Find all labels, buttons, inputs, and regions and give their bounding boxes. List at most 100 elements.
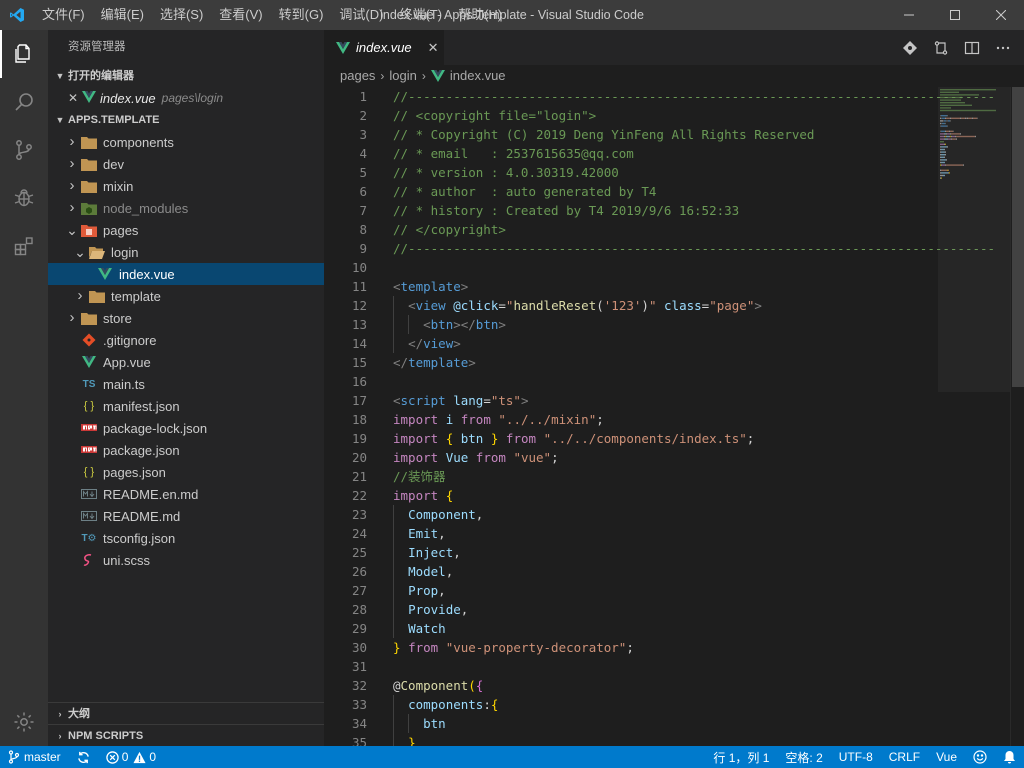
code-line[interactable]: 4 // * email : 2537615635@qq.com <box>324 144 1024 163</box>
code-line[interactable]: 5 // * version : 4.0.30319.42000 <box>324 163 1024 182</box>
code-line[interactable]: 27 Prop, <box>324 581 1024 600</box>
code-line[interactable]: 7 // * history : Created by T4 2019/9/6 1… <box>324 201 1024 220</box>
code-line[interactable]: 28 Provide, <box>324 600 1024 619</box>
code-line[interactable]: 11 <template> <box>324 277 1024 296</box>
code-line[interactable]: 18 import i from "../../mixin"; <box>324 410 1024 429</box>
breadcrumb-item[interactable]: pages <box>340 65 375 87</box>
menu-item[interactable]: 帮助(H) <box>450 0 510 30</box>
tree-item[interactable]: README.en.md <box>48 483 324 505</box>
more-actions-icon[interactable] <box>987 30 1018 65</box>
close-icon[interactable]: ✕ <box>68 91 82 105</box>
source-control-icon[interactable] <box>0 126 48 174</box>
menu-item[interactable]: 文件(F) <box>34 0 93 30</box>
tree-item[interactable]: uni.scss <box>48 549 324 571</box>
open-changes-icon[interactable] <box>925 30 956 65</box>
minimize-icon[interactable] <box>886 0 932 30</box>
code-line[interactable]: 15 </template> <box>324 353 1024 372</box>
split-editor-icon[interactable] <box>956 30 987 65</box>
outline-section-header[interactable]: › 大纲 <box>48 702 324 724</box>
tree-item[interactable]: index.vue <box>48 263 324 285</box>
code-line[interactable]: 2 // <copyright file="login"> <box>324 106 1024 125</box>
tree-item[interactable]: { } manifest.json <box>48 395 324 417</box>
tree-item[interactable]: T⚙ tsconfig.json <box>48 527 324 549</box>
code-line[interactable]: 17 <script lang="ts"> <box>324 391 1024 410</box>
menu-item[interactable]: 转到(G) <box>271 0 332 30</box>
notifications-status[interactable] <box>995 746 1024 768</box>
search-icon[interactable] <box>0 78 48 126</box>
sync-status[interactable] <box>69 746 98 768</box>
maximize-icon[interactable] <box>932 0 978 30</box>
debug-icon[interactable] <box>0 174 48 222</box>
menu-item[interactable]: 调试(D) <box>331 0 391 30</box>
menu-item[interactable]: 选择(S) <box>152 0 211 30</box>
tab-index-vue[interactable]: index.vue ✕ <box>324 30 444 65</box>
code-line[interactable]: 6 // * author : auto generated by T4 <box>324 182 1024 201</box>
code-line[interactable]: 35 } <box>324 733 1024 746</box>
code-line[interactable]: 32 @Component({ <box>324 676 1024 695</box>
workspace-header[interactable]: ▼ APPS.TEMPLATE <box>48 109 324 131</box>
code-line[interactable]: 13 <btn></btn> <box>324 315 1024 334</box>
tree-item[interactable]: › components <box>48 131 324 153</box>
close-icon[interactable]: ✕ <box>428 40 439 56</box>
code-line[interactable]: 25 Inject, <box>324 543 1024 562</box>
settings-gear-icon[interactable] <box>0 698 48 746</box>
extensions-icon[interactable] <box>0 222 48 270</box>
tree-item[interactable]: App.vue <box>48 351 324 373</box>
open-editors-header[interactable]: ▼ 打开的编辑器 <box>48 65 324 87</box>
explorer-icon[interactable] <box>0 30 48 78</box>
code-editor[interactable]: 1 //-------------------------------------… <box>324 87 1024 746</box>
language-mode[interactable]: Vue <box>928 746 965 768</box>
code-line[interactable]: 20 import Vue from "vue"; <box>324 448 1024 467</box>
tree-item[interactable]: › template <box>48 285 324 307</box>
tree-item[interactable]: README.md <box>48 505 324 527</box>
code-line[interactable]: 21 //装饰器 <box>324 467 1024 486</box>
vertical-scrollbar[interactable] <box>1010 87 1024 746</box>
code-line[interactable]: 30} from "vue-property-decorator"; <box>324 638 1024 657</box>
tree-item[interactable]: { } pages.json <box>48 461 324 483</box>
problems-status[interactable]: 0 0 <box>98 746 164 768</box>
encoding-status[interactable]: UTF-8 <box>831 746 881 768</box>
close-window-icon[interactable] <box>978 0 1024 30</box>
tree-item[interactable]: ⌄ pages <box>48 219 324 241</box>
code-line[interactable]: 16 <box>324 372 1024 391</box>
menu-item[interactable]: 查看(V) <box>211 0 270 30</box>
tree-item[interactable]: TS main.ts <box>48 373 324 395</box>
code-line[interactable]: 12 <view @click="handleReset('123')" cla… <box>324 296 1024 315</box>
code-line[interactable]: 29 Watch <box>324 619 1024 638</box>
open-editor-item[interactable]: ✕ index.vue pages\login <box>48 87 324 109</box>
menu-item[interactable]: 编辑(E) <box>93 0 152 30</box>
code-line[interactable]: 26 Model, <box>324 562 1024 581</box>
code-line[interactable]: 19 import { btn } from "../../components/… <box>324 429 1024 448</box>
code-line[interactable]: 34 btn <box>324 714 1024 733</box>
code-line[interactable]: 1 //-------------------------------------… <box>324 87 1024 106</box>
code-line[interactable]: 14 </view> <box>324 334 1024 353</box>
git-branch-status[interactable]: master <box>0 746 69 768</box>
breadcrumb-item[interactable]: login <box>389 65 416 87</box>
tree-item[interactable]: package-lock.json <box>48 417 324 439</box>
code-line[interactable]: 10 <box>324 258 1024 277</box>
code-line[interactable]: 33 components:{ <box>324 695 1024 714</box>
cursor-position[interactable]: 行 1，列 1 <box>705 746 777 768</box>
tree-item[interactable]: › mixin <box>48 175 324 197</box>
code-line[interactable]: 3 // * Copyright (C) 2019 Deng YinFeng Al… <box>324 125 1024 144</box>
minimap[interactable] <box>938 87 1010 746</box>
tree-item[interactable]: .gitignore <box>48 329 324 351</box>
tree-item[interactable]: package.json <box>48 439 324 461</box>
code-line[interactable]: 22 import { <box>324 486 1024 505</box>
breadcrumb-item[interactable]: index.vue <box>450 65 506 87</box>
code-line[interactable]: 9 //-------------------------------------… <box>324 239 1024 258</box>
code-line[interactable]: 31 <box>324 657 1024 676</box>
tree-item[interactable]: ⌄ login <box>48 241 324 263</box>
feedback-status[interactable] <box>965 746 995 768</box>
tree-item[interactable]: › node_modules <box>48 197 324 219</box>
indentation-status[interactable]: 空格: 2 <box>777 746 830 768</box>
menu-item[interactable]: 终端(T) <box>391 0 450 30</box>
code-line[interactable]: 8 // </copyright> <box>324 220 1024 239</box>
npm-scripts-section-header[interactable]: › NPM SCRIPTS <box>48 724 324 746</box>
scrollbar-thumb[interactable] <box>1012 87 1024 387</box>
eol-status[interactable]: CRLF <box>881 746 928 768</box>
tree-item[interactable]: › store <box>48 307 324 329</box>
tree-item[interactable]: › dev <box>48 153 324 175</box>
git-compare-icon[interactable] <box>894 30 925 65</box>
code-line[interactable]: 23 Component, <box>324 505 1024 524</box>
